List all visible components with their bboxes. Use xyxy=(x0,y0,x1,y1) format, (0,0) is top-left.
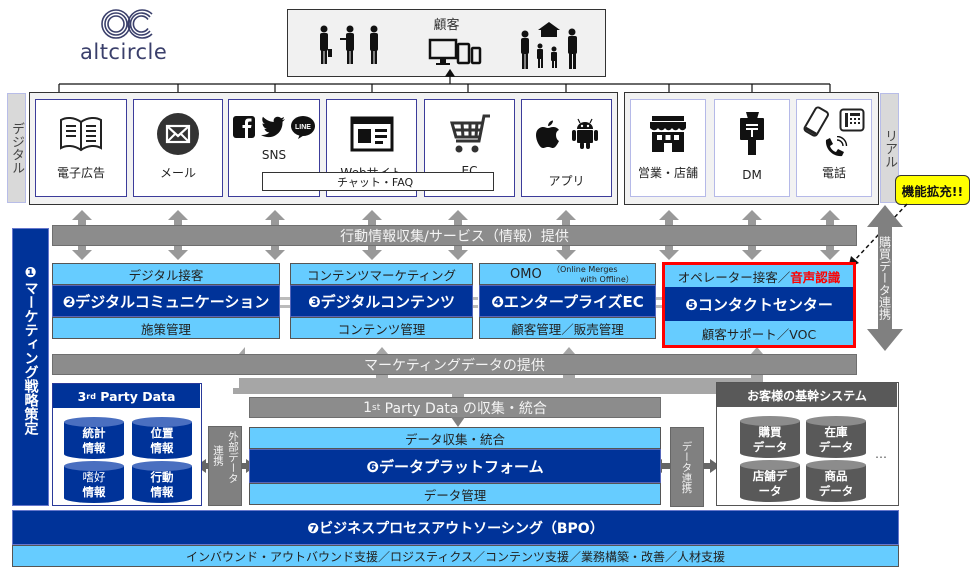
service-digital-contents[interactable]: コンテンツマーケティング ❸デジタルコンテンツ コンテンツ管理 xyxy=(290,263,473,349)
cylinder-statistics: 統計 情報 xyxy=(63,416,125,460)
cyl-line1: 購買 xyxy=(758,425,782,439)
service-top-label: オペレーター接客／ 音声認識 xyxy=(665,265,853,287)
purchase-data-link-label: 購買データ連携 xyxy=(877,236,892,320)
marketing-strategy-label: ❶マーケティング戦略策定 xyxy=(22,265,40,435)
cylinder-location: 位置 情報 xyxy=(131,416,193,460)
service-contact-center[interactable]: オペレーター接客／ 音声認識 ❺コンタクトセンター 顧客サポート／VOC xyxy=(662,262,856,348)
service-top-label: コンテンツマーケティング xyxy=(290,263,473,285)
voice-recognition-label: 音声認識 xyxy=(790,269,841,285)
service-title: ❹エンタープライズEC xyxy=(479,285,656,317)
cyl-line2: データ xyxy=(818,440,854,454)
cyl-line2: データ xyxy=(818,484,854,498)
external-data-link-box: 外部データ 連携 xyxy=(208,426,242,506)
third-party-data-box: 3rd Party Data 統計 情報 位置 情報 嗜好 情報 行動 情報 xyxy=(52,383,202,506)
core-system-title: お客様の基幹システム xyxy=(717,383,897,407)
service-top-label: OMO （Online Merges with Offline） xyxy=(479,263,656,285)
service-digital-communication[interactable]: デジタル接客 ❷デジタルコミュニケーション 施策管理 xyxy=(52,263,280,349)
cyl-line1: 統計 xyxy=(82,426,106,440)
first-party-text: Party Data の収集・統合 xyxy=(380,400,547,417)
cylinder-product: 商品 データ xyxy=(805,459,867,503)
external-data-label: 外部データ xyxy=(227,431,239,484)
platform-top-label: データ収集・統合 xyxy=(249,427,661,449)
cylinder-inventory: 在庫 データ xyxy=(805,415,867,459)
omo-note-line2: with Offline） xyxy=(580,275,634,284)
cylinder-preference: 嗜好 情報 xyxy=(63,460,125,504)
cyl-line1: 嗜好 xyxy=(82,470,106,484)
omo-label: OMO xyxy=(510,267,542,282)
title-sup: rd xyxy=(86,391,96,401)
marketing-data-bar: マーケティングデータの提供 xyxy=(52,354,857,375)
data-link-box: データ連携 xyxy=(670,427,704,507)
cylinder-store: 店舗デ ータ xyxy=(739,459,801,503)
service-top-label: デジタル接客 xyxy=(52,263,280,285)
title-rest: Party Data xyxy=(95,388,176,404)
first-party-num: 1 xyxy=(363,399,372,416)
first-party-data-bar: 1st Party Data の収集・統合 xyxy=(249,397,661,418)
service-title: ❺コンタクトセンター xyxy=(665,287,853,321)
service-title: ❷デジタルコミュニケーション xyxy=(52,285,280,317)
third-party-data-title: 3rd Party Data xyxy=(53,384,200,408)
operator-label: オペレーター接客／ xyxy=(677,269,791,285)
cyl-line1: 商品 xyxy=(824,469,848,483)
bpo-services-bar: インバウンド・アウトバウンド支援／ロジスティクス／コンテンツ支援／業務構築・改善… xyxy=(12,545,899,567)
cylinder-behavior: 行動 情報 xyxy=(131,460,193,504)
service-enterprise-ec[interactable]: OMO （Online Merges with Offline） ❹エンタープラ… xyxy=(479,263,656,349)
cyl-line2: ータ xyxy=(758,484,782,498)
strategy-number: ❶ xyxy=(22,265,39,281)
cyl-line1: 店舗デ xyxy=(752,469,788,483)
service-title: ❸デジタルコンテンツ xyxy=(290,285,473,317)
service-bottom-label: コンテンツ管理 xyxy=(290,317,473,339)
service-bottom-label: 施策管理 xyxy=(52,317,280,339)
cyl-line2: 情報 xyxy=(82,485,106,499)
platform-bottom-label: データ管理 xyxy=(249,483,661,505)
more-ellipsis: … xyxy=(875,447,887,461)
cyl-line1: 位置 xyxy=(150,426,174,440)
marketing-strategy-block[interactable]: ❶マーケティング戦略策定 xyxy=(12,228,49,506)
service-bottom-label: 顧客サポート／VOC xyxy=(665,321,853,345)
bpo-block[interactable]: ❼ビジネスプロセスアウトソーシング（BPO） xyxy=(12,510,899,545)
cyl-line2: 情報 xyxy=(150,441,174,455)
external-link-label: 連携 xyxy=(212,445,224,466)
strategy-text: マーケティング戦略策定 xyxy=(22,281,39,435)
first-party-sup: st xyxy=(372,402,381,413)
cyl-line1: 行動 xyxy=(150,470,174,484)
service-bottom-label: 顧客管理／販売管理 xyxy=(479,317,656,339)
platform-title: ❻データプラットフォーム xyxy=(249,449,661,483)
cyl-line2: 情報 xyxy=(82,441,106,455)
cyl-line2: 情報 xyxy=(150,485,174,499)
title-number: 3 xyxy=(77,388,87,404)
cylinder-purchase: 購買 データ xyxy=(739,415,801,459)
core-system-box: お客様の基幹システム 購買 データ 在庫 データ 店舗デ ータ 商品 データ … xyxy=(716,382,899,506)
data-platform-block[interactable]: データ収集・統合 ❻データプラットフォーム データ管理 xyxy=(249,427,661,506)
cyl-line2: データ xyxy=(752,440,788,454)
behavior-info-bar: 行動情報収集/サービス（情報）提供 xyxy=(52,225,857,246)
cyl-line1: 在庫 xyxy=(824,425,848,439)
